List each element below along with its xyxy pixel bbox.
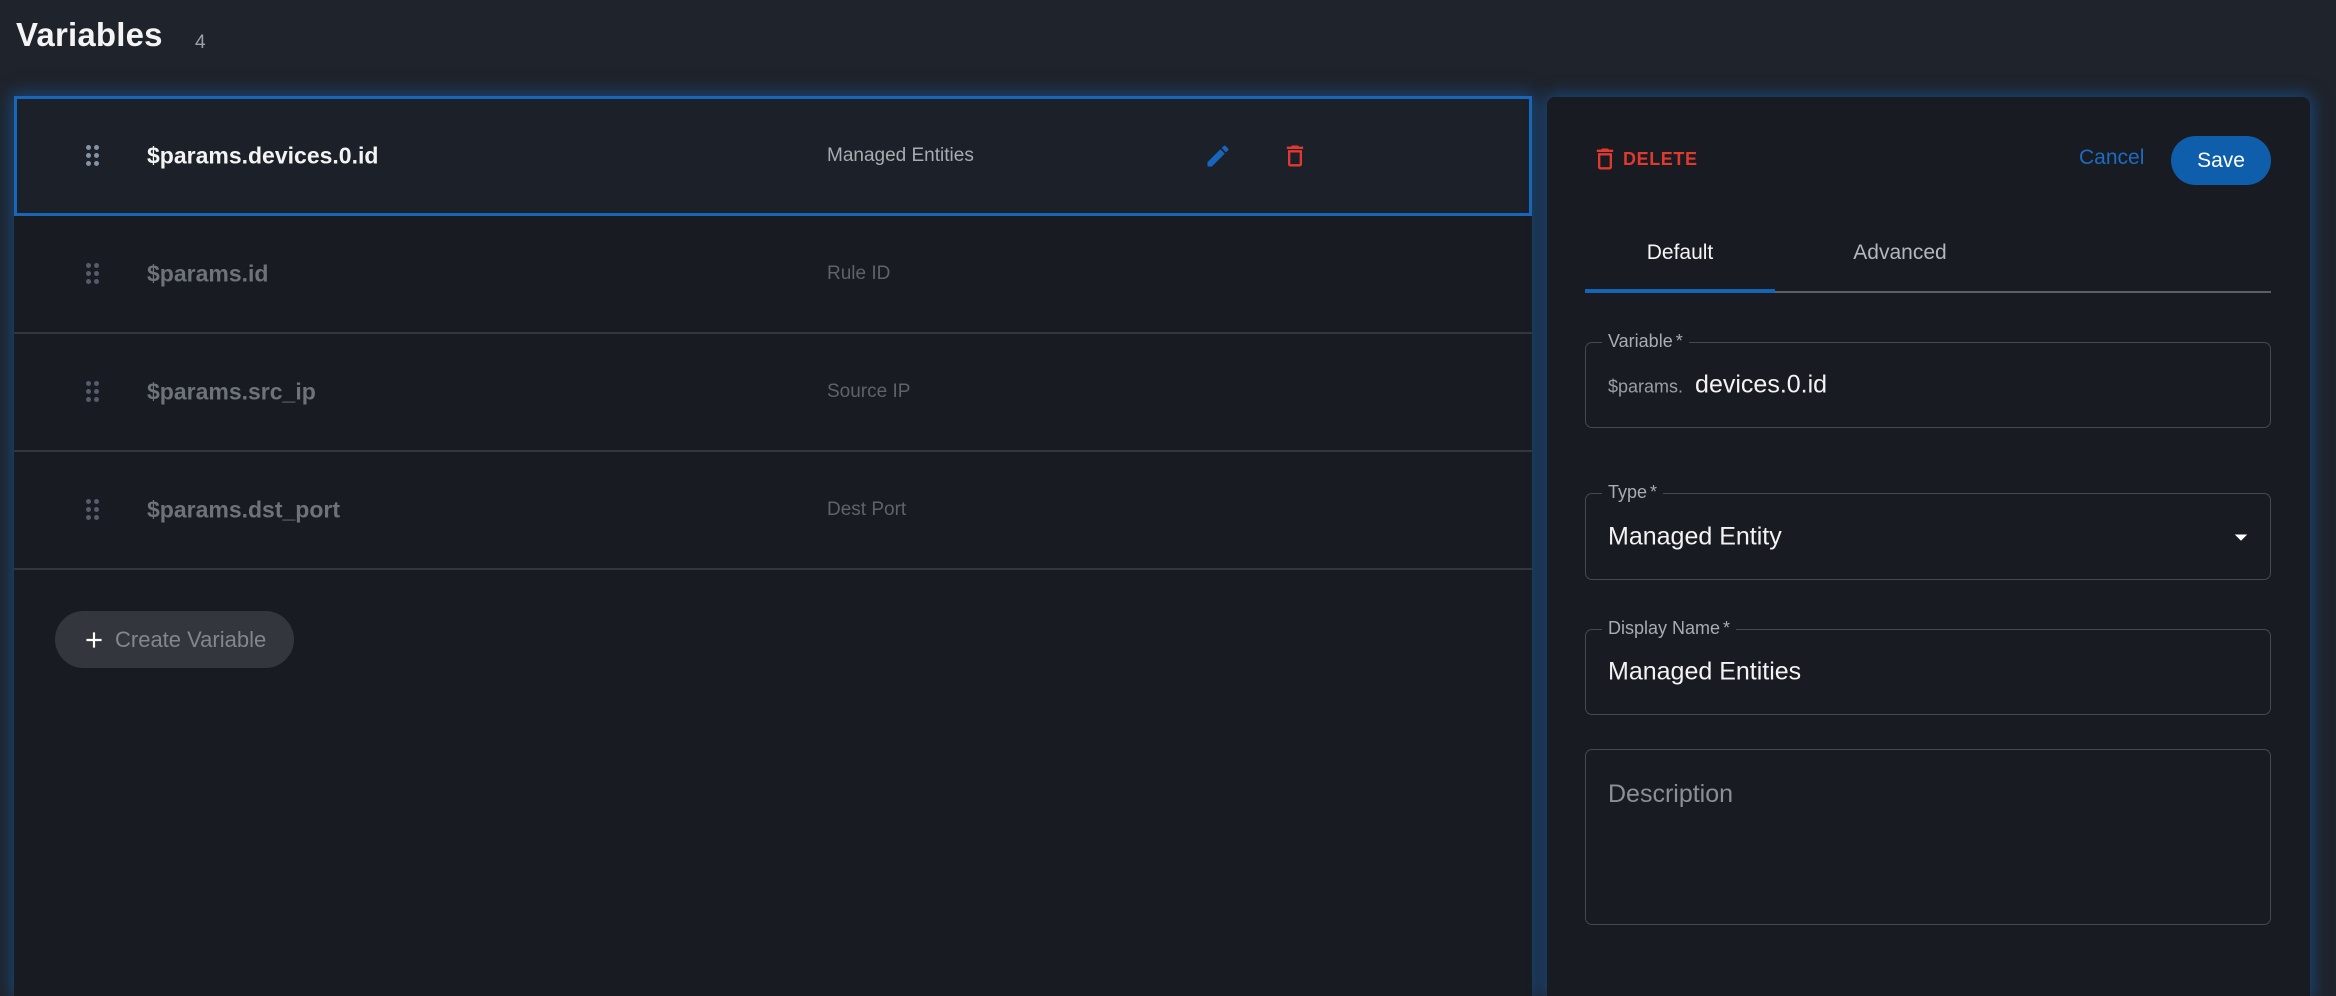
save-button[interactable]: Save (2171, 136, 2271, 185)
variable-display-name: Dest Port (827, 499, 907, 520)
active-tab-indicator (1585, 289, 1775, 293)
drag-handle-icon[interactable] (86, 499, 100, 521)
create-variable-label: Create Variable (115, 626, 267, 652)
variable-row[interactable]: $params.dst_port Dest Port (14, 452, 1532, 570)
type-select[interactable]: Type * Managed Entity (1585, 482, 2271, 580)
trash-icon (1596, 148, 1614, 170)
plus-icon (86, 631, 102, 648)
tab-advanced[interactable]: Advanced (1805, 217, 1995, 289)
variable-editor-panel: DELETE Cancel Save Default Advanced Vari… (1547, 97, 2310, 996)
variable-name: $params.devices.0.id (147, 142, 379, 169)
variable-name: $params.src_ip (147, 378, 316, 405)
cancel-button[interactable]: Cancel (2079, 146, 2144, 170)
display-name-field-label: Display Name * (1602, 618, 1737, 639)
delete-label: DELETE (1623, 148, 1698, 169)
variable-prefix: $params. (1608, 376, 1684, 397)
type-selected-value: Managed Entity (1608, 522, 1782, 550)
edit-variable-button[interactable] (1203, 141, 1233, 171)
variable-count-badge: 4 (195, 32, 206, 53)
tab-default[interactable]: Default (1585, 217, 1775, 289)
variable-field-label: Variable * (1602, 331, 1689, 352)
variable-row[interactable]: $params.src_ip Source IP (14, 334, 1532, 452)
create-variable-button[interactable]: Create Variable (55, 611, 294, 668)
trash-icon (1286, 145, 1304, 167)
drag-handle-icon[interactable] (86, 263, 100, 285)
pencil-icon (1207, 145, 1229, 167)
variable-input[interactable]: devices.0.id (1695, 371, 1827, 400)
variable-row[interactable]: $params.devices.0.id Managed Entities (14, 96, 1532, 216)
drag-handle-icon[interactable] (86, 145, 100, 167)
variable-name: $params.dst_port (147, 496, 341, 523)
display-name-input[interactable]: Managed Entities (1608, 658, 1801, 687)
page-title: Variables (16, 16, 163, 53)
variable-display-name: Source IP (827, 381, 911, 402)
variable-display-name: Rule ID (827, 263, 891, 284)
variable-field[interactable]: Variable * $params. devices.0.id (1585, 331, 2271, 428)
caret-down-icon[interactable] (2226, 522, 2256, 552)
drag-handle-icon[interactable] (86, 381, 100, 403)
variables-list-panel: $params.devices.0.id Managed Entities $p… (14, 96, 1532, 996)
variable-name: $params.id (147, 260, 269, 287)
display-name-field[interactable]: Display Name * Managed Entities (1585, 618, 2271, 715)
delete-button[interactable]: DELETE (1591, 144, 1698, 174)
type-field-label: Type * (1602, 482, 1664, 503)
variable-row[interactable]: $params.id Rule ID (14, 216, 1532, 334)
variable-display-name: Managed Entities (827, 145, 974, 166)
delete-variable-button[interactable] (1280, 141, 1310, 171)
editor-tabs: Default Advanced (1585, 217, 2271, 293)
description-placeholder: Description (1608, 780, 1734, 808)
description-textarea[interactable]: Description (1585, 749, 2271, 925)
